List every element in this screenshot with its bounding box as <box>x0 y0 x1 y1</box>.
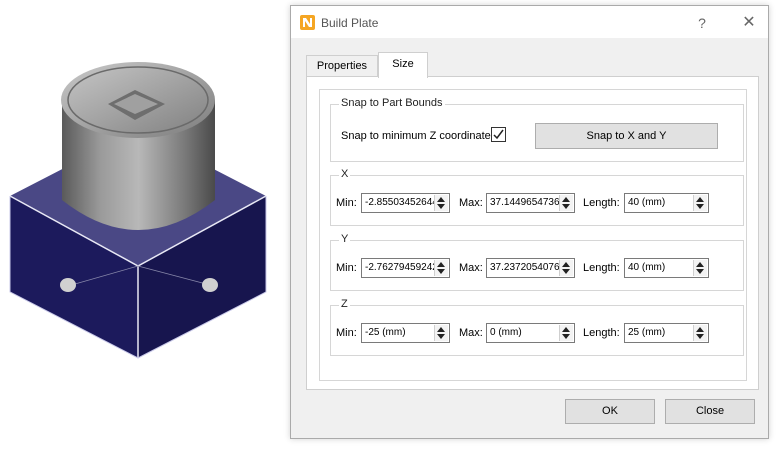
x-length-label: Length: <box>583 197 620 209</box>
x-axis-group: X Min: -2.85503452644 Max: 37.1449654736… <box>330 168 744 226</box>
z-length-value: 25 (mm) <box>628 327 666 338</box>
group-title-z: Z <box>339 298 350 310</box>
arrow-up-icon[interactable] <box>437 327 445 332</box>
group-title-y: Y <box>339 233 351 245</box>
x-max-value: 37.1449654736 ( <box>490 197 566 208</box>
y-min-spinbox[interactable]: -2.76279459242 <box>361 258 450 278</box>
y-min-label: Min: <box>336 262 357 274</box>
help-button[interactable]: ? <box>691 14 713 32</box>
size-tab-panel: Snap to Part Bounds Snap to minimum Z co… <box>306 76 759 390</box>
arrow-down-icon[interactable] <box>562 204 570 209</box>
z-min-value: -25 (mm) <box>365 327 406 338</box>
snap-min-z-label: Snap to minimum Z coordinate: <box>341 130 494 142</box>
arrow-up-icon[interactable] <box>437 262 445 267</box>
build-plate-dialog: Build Plate ? ✕ Properties Size Snap to … <box>290 5 769 439</box>
snap-to-part-bounds-group: Snap to Part Bounds Snap to minimum Z co… <box>330 97 744 162</box>
z-min-spinbox[interactable]: -25 (mm) <box>361 323 450 343</box>
z-length-label: Length: <box>583 327 620 339</box>
y-length-value: 40 (mm) <box>628 262 666 273</box>
checkmark-icon <box>493 129 504 140</box>
x-max-label: Max: <box>459 197 483 209</box>
spin-arrows[interactable] <box>434 325 448 341</box>
group-title-x: X <box>339 168 351 180</box>
arrow-up-icon[interactable] <box>562 197 570 202</box>
arrow-up-icon[interactable] <box>696 262 704 267</box>
x-min-spinbox[interactable]: -2.85503452644 <box>361 193 450 213</box>
arrow-up-icon[interactable] <box>562 327 570 332</box>
spin-arrows[interactable] <box>693 260 707 276</box>
y-max-value: 37.2372054076 ( <box>490 262 566 273</box>
arrow-down-icon[interactable] <box>562 269 570 274</box>
y-min-value: -2.76279459242 <box>365 262 438 273</box>
title-bar: Build Plate ? ✕ <box>291 6 768 38</box>
x-min-value: -2.85503452644 <box>365 197 438 208</box>
arrow-up-icon[interactable] <box>437 197 445 202</box>
nettfabb-n-icon <box>300 15 315 30</box>
close-icon[interactable]: ✕ <box>738 14 760 32</box>
y-max-spinbox[interactable]: 37.2372054076 ( <box>486 258 575 278</box>
z-max-spinbox[interactable]: 0 (mm) <box>486 323 575 343</box>
snap-to-x-and-y-button[interactable]: Snap to X and Y <box>535 123 718 149</box>
y-length-spinbox[interactable]: 40 (mm) <box>624 258 709 278</box>
tab-size[interactable]: Size <box>378 52 428 78</box>
close-button[interactable]: Close <box>665 399 755 424</box>
z-min-label: Min: <box>336 327 357 339</box>
group-title-snap: Snap to Part Bounds <box>339 97 445 109</box>
x-length-spinbox[interactable]: 40 (mm) <box>624 193 709 213</box>
size-panel-frame: Snap to Part Bounds Snap to minimum Z co… <box>319 89 747 381</box>
y-axis-group: Y Min: -2.76279459242 Max: 37.2372054076… <box>330 233 744 291</box>
arrow-down-icon[interactable] <box>696 269 704 274</box>
z-axis-group: Z Min: -25 (mm) Max: 0 (mm) Length: 25 (… <box>330 298 744 356</box>
x-length-value: 40 (mm) <box>628 197 666 208</box>
arrow-down-icon[interactable] <box>562 334 570 339</box>
spin-arrows[interactable] <box>693 325 707 341</box>
y-max-label: Max: <box>459 262 483 274</box>
dialog-title: Build Plate <box>321 16 379 30</box>
arrow-up-icon[interactable] <box>696 327 704 332</box>
arrow-up-icon[interactable] <box>696 197 704 202</box>
spin-arrows[interactable] <box>693 195 707 211</box>
spin-arrows[interactable] <box>559 260 573 276</box>
tab-properties[interactable]: Properties <box>306 55 378 77</box>
snap-min-z-checkbox[interactable] <box>491 127 506 142</box>
3d-viewport[interactable] <box>0 0 290 447</box>
arrow-down-icon[interactable] <box>696 204 704 209</box>
arrow-down-icon[interactable] <box>437 204 445 209</box>
z-max-value: 0 (mm) <box>490 327 522 338</box>
spin-arrows[interactable] <box>559 195 573 211</box>
x-min-label: Min: <box>336 197 357 209</box>
x-max-spinbox[interactable]: 37.1449654736 ( <box>486 193 575 213</box>
z-length-spinbox[interactable]: 25 (mm) <box>624 323 709 343</box>
arrow-up-icon[interactable] <box>562 262 570 267</box>
ok-button[interactable]: OK <box>565 399 655 424</box>
spin-arrows[interactable] <box>559 325 573 341</box>
y-length-label: Length: <box>583 262 620 274</box>
spin-arrows[interactable] <box>434 260 448 276</box>
arrow-down-icon[interactable] <box>437 334 445 339</box>
build-plate-model <box>9 62 267 359</box>
z-max-label: Max: <box>459 327 483 339</box>
arrow-down-icon[interactable] <box>437 269 445 274</box>
spin-arrows[interactable] <box>434 195 448 211</box>
arrow-down-icon[interactable] <box>696 334 704 339</box>
